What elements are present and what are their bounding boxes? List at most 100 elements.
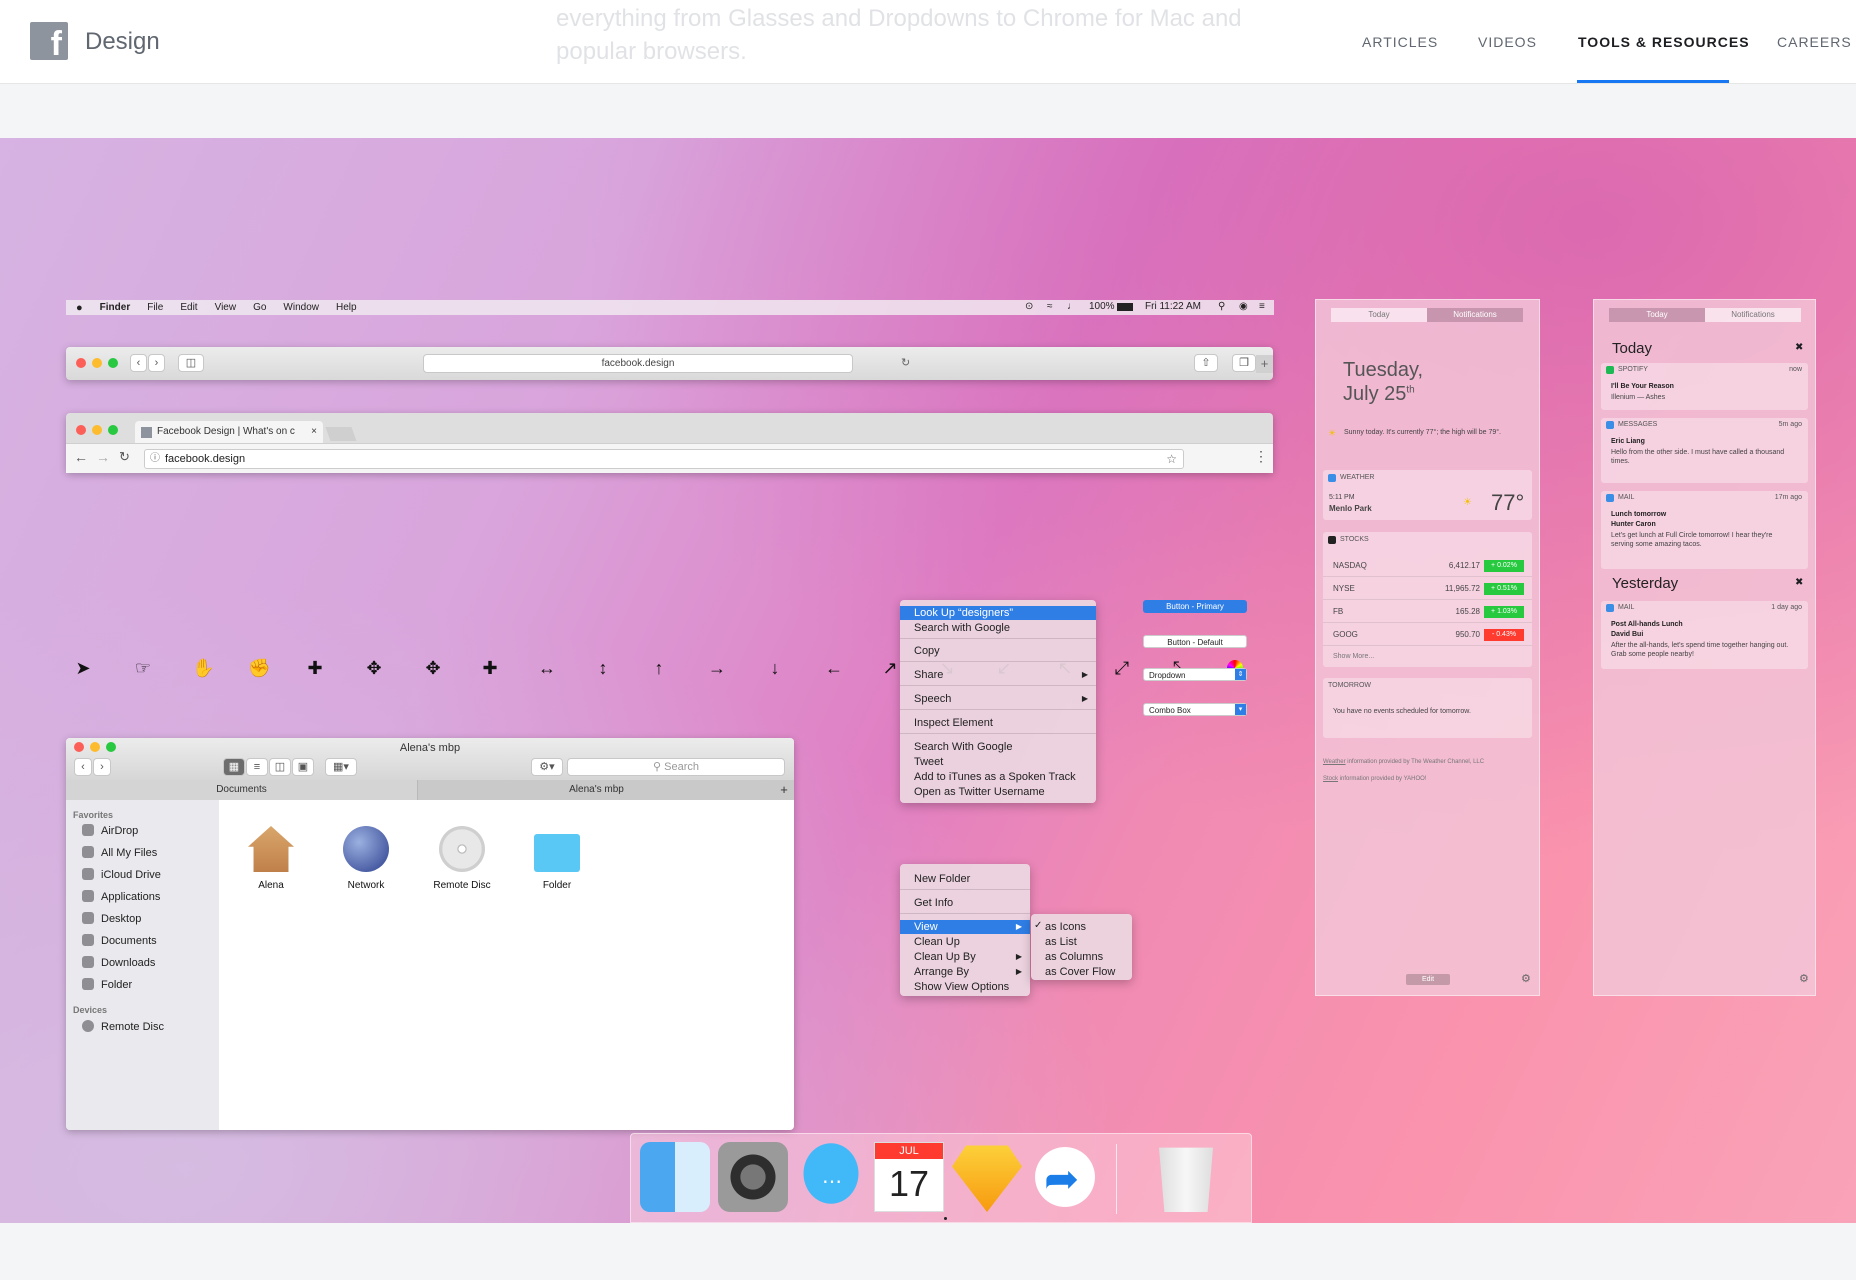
action-gear-icon[interactable]: ⚙▾ (531, 758, 563, 776)
column-view-icon[interactable]: ◫ (269, 758, 291, 776)
notification-card[interactable]: MESSAGES 5m ago Eric Liang Hello from the o… (1601, 418, 1808, 483)
segment-today[interactable]: Today (1609, 308, 1705, 322)
finder-icon[interactable] (640, 1142, 710, 1212)
submenu-as-list[interactable]: as List (1045, 936, 1077, 948)
menu-item-new-folder[interactable]: New Folder (914, 873, 970, 885)
stock-row[interactable]: GOOG 950.70 - 0.43% (1323, 624, 1532, 646)
menu-item-tweet[interactable]: Tweet (914, 756, 943, 768)
menu-item-share[interactable]: Share (914, 669, 943, 681)
minimize-button[interactable] (92, 358, 102, 368)
bluetooth-icon[interactable]: ⊙ (1025, 301, 1033, 312)
settings-gear-icon[interactable]: ⚙ (1521, 972, 1531, 985)
new-tab-icon[interactable]: + (1256, 355, 1273, 373)
close-button[interactable] (76, 425, 86, 435)
messages-icon[interactable]: ⋯ (796, 1142, 866, 1212)
sidebar-item-airdrop[interactable]: AirDrop (82, 822, 138, 840)
facebook-logo-icon[interactable]: f (30, 22, 68, 60)
stock-row[interactable]: FB 165.28 + 1.03% (1323, 601, 1532, 623)
menu-item-add-itunes[interactable]: Add to iTunes as a Spoken Track (914, 771, 1076, 783)
back-icon[interactable]: ← (74, 449, 88, 465)
finder-search-input[interactable]: ⚲ Search (567, 758, 785, 776)
wifi-icon[interactable]: ≈ (1047, 301, 1053, 312)
battery-percent[interactable]: 100% (1089, 301, 1115, 312)
menu-item-clean-up[interactable]: Clean Up (914, 936, 960, 948)
sidebar-item-applications[interactable]: Applications (82, 888, 160, 906)
tabs-icon[interactable]: ❐ (1232, 354, 1256, 372)
edit-button[interactable]: Edit (1406, 974, 1450, 985)
close-button[interactable] (76, 358, 86, 368)
minimize-button[interactable] (92, 425, 102, 435)
weather-credit-link[interactable]: Weather (1323, 759, 1346, 765)
sidebar-icon[interactable]: ◫ (178, 354, 204, 372)
menu-item-clean-up-by[interactable]: Clean Up By (914, 951, 976, 963)
nav-careers[interactable]: CAREERS (1777, 34, 1852, 50)
battery-icon[interactable] (1117, 303, 1133, 311)
clock[interactable]: Fri 11:22 AM (1145, 301, 1201, 312)
safari-address-bar[interactable]: facebook.design (423, 354, 853, 373)
cover-flow-icon[interactable]: ▣ (292, 758, 314, 776)
combo-box[interactable]: Combo Box ▾ (1143, 703, 1247, 716)
sketch-icon[interactable] (952, 1145, 1022, 1212)
menu-item-arrange-by[interactable]: Arrange By (914, 966, 969, 978)
segment-today[interactable]: Today (1331, 308, 1427, 322)
default-button[interactable]: Button - Default (1143, 635, 1247, 648)
menu-kebab-icon[interactable]: ⋮ (1254, 448, 1268, 465)
submenu-as-columns[interactable]: as Columns (1045, 951, 1103, 963)
list-view-icon[interactable]: ≡ (246, 758, 268, 776)
tab-documents[interactable]: Documents (66, 780, 418, 800)
submenu-as-cover-flow[interactable]: as Cover Flow (1045, 966, 1115, 978)
sidebar-item-icloud-drive[interactable]: iCloud Drive (82, 866, 161, 884)
nav-articles[interactable]: ARTICLES (1362, 34, 1438, 50)
stock-row[interactable]: NYSE 11,965.72 + 0.51% (1323, 578, 1532, 600)
volume-icon[interactable]: ♩ (1067, 301, 1077, 312)
menu-view[interactable]: View (215, 302, 237, 313)
calendar-icon[interactable]: JUL 17 (874, 1142, 944, 1212)
reload-icon[interactable]: ↻ (901, 356, 910, 369)
sidebar-item-remote-disc[interactable]: Remote Disc (82, 1018, 164, 1036)
notification-card[interactable]: SPOTIFY now I'll Be Your Reason Illenium — … (1601, 363, 1808, 410)
arrange-icon[interactable]: ▦▾ (325, 758, 357, 776)
reload-icon[interactable]: ↻ (119, 449, 130, 465)
icon-view-icon[interactable]: ▦ (223, 758, 245, 776)
menu-file[interactable]: File (147, 302, 163, 313)
clear-today-icon[interactable]: ✖ (1795, 342, 1803, 353)
clear-yesterday-icon[interactable]: ✖ (1795, 577, 1803, 588)
finder-item-remote-disc[interactable]: Remote Disc (422, 826, 502, 891)
menu-finder[interactable]: Finder (100, 302, 131, 313)
finder-item-alena[interactable]: Alena (231, 826, 311, 891)
menu-item-search-with-google[interactable]: Search With Google (914, 741, 1012, 753)
tab-alenas-mbp[interactable]: Alena's mbp (419, 780, 774, 800)
menu-item-search-google[interactable]: Search with Google (914, 622, 1010, 634)
finder-item-network[interactable]: Network (326, 826, 406, 891)
notification-card[interactable]: MAIL 1 day ago Post All-hands Lunch David B… (1601, 601, 1808, 669)
menu-item-inspect[interactable]: Inspect Element (914, 717, 993, 729)
chrome-address-bar[interactable]: ⓘ facebook.design ☆ (144, 449, 1184, 469)
submenu-as-icons[interactable]: as Icons (1045, 921, 1086, 933)
menu-item-view[interactable]: View (914, 921, 938, 933)
system-preferences-icon[interactable] (718, 1142, 788, 1212)
sidebar-item-folder[interactable]: Folder (82, 976, 132, 994)
forward-icon[interactable]: › (93, 758, 111, 776)
add-tab-icon[interactable]: + (774, 780, 794, 800)
menu-item-open-twitter[interactable]: Open as Twitter Username (914, 786, 1045, 798)
bookmark-star-icon[interactable]: ☆ (1166, 450, 1177, 468)
linear-app-icon[interactable]: ➦ (1030, 1142, 1100, 1212)
show-more-link[interactable]: Show More... (1333, 653, 1374, 660)
menu-item-copy[interactable]: Copy (914, 645, 940, 657)
dropdown-select[interactable]: Dropdown ⇕ (1143, 668, 1247, 681)
menu-edit[interactable]: Edit (180, 302, 197, 313)
close-tab-icon[interactable]: × (311, 421, 317, 443)
nav-videos[interactable]: VIDEOS (1478, 34, 1537, 50)
brand-name[interactable]: Design (85, 28, 160, 56)
apple-icon[interactable]: ● (76, 302, 83, 314)
weather-widget[interactable]: WEATHER 5:11 PM Menlo Park ☀ 77° (1323, 470, 1532, 520)
zoom-button[interactable] (108, 358, 118, 368)
stocks-widget[interactable]: STOCKS NASDAQ 6,412.17 + 0.02% NYSE 11,965.7… (1323, 532, 1532, 667)
menu-item-show-view-options[interactable]: Show View Options (914, 981, 1009, 993)
trash-icon[interactable] (1159, 1147, 1213, 1212)
chrome-tab[interactable]: Facebook Design | What's on c × (135, 421, 323, 443)
stock-row[interactable]: NASDAQ 6,412.17 + 0.02% (1323, 555, 1532, 577)
stock-credit-link[interactable]: Stock (1323, 776, 1338, 782)
settings-gear-icon[interactable]: ⚙ (1799, 972, 1809, 985)
sidebar-item-desktop[interactable]: Desktop (82, 910, 141, 928)
